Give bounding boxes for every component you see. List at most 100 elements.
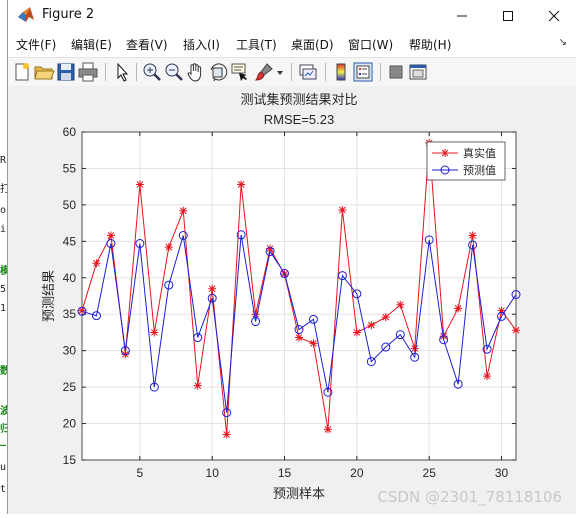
y-tick-label: 45 — [63, 234, 77, 248]
rotate-3d-icon[interactable] — [207, 61, 229, 83]
plot-area — [82, 132, 516, 460]
legend-marker — [441, 149, 449, 157]
chart-subtitle: RMSE=5.23 — [264, 112, 334, 127]
show-plot-tools-icon[interactable] — [407, 61, 429, 83]
y-tick-label: 25 — [63, 380, 77, 394]
chart[interactable]: 5 10 15 20 25 30 15 20 25 30 35 40 45 50 55 60 测试集预测结果对比… — [8, 86, 576, 514]
zoom-in-icon[interactable] — [141, 61, 163, 83]
data-point-star — [295, 333, 303, 342]
open-file-icon[interactable] — [33, 61, 55, 83]
new-figure-icon[interactable] — [11, 61, 33, 83]
brush-icon[interactable] — [253, 61, 275, 83]
legend-label: 真实值 — [463, 146, 496, 160]
toolbar — [8, 57, 576, 87]
menu-bar: 文件(F) 编辑(E) 查看(V) 插入(I) 工具(T) 桌面(D) 窗口(W… — [8, 31, 576, 57]
toolbar-separator — [105, 63, 106, 81]
toolbar-separator — [380, 63, 381, 81]
menu-help[interactable]: 帮助(H) — [409, 36, 451, 53]
y-tick-label: 55 — [63, 161, 77, 175]
data-point-star — [512, 326, 520, 335]
zoom-out-icon[interactable] — [163, 61, 185, 83]
data-cursor-icon[interactable] — [229, 61, 251, 83]
maximize-button[interactable] — [485, 0, 531, 31]
toolbar-separator — [325, 63, 326, 81]
figure-window: Figure 2 文件(F) 编辑(E) 查看(V) 插入(I) 工具(T) 桌… — [7, 0, 576, 514]
data-point-star — [367, 321, 376, 330]
legend: 真实值预测值 — [426, 141, 506, 181]
y-tick-label: 35 — [63, 307, 77, 321]
window-title: Figure 2 — [42, 7, 95, 22]
data-point-star — [381, 313, 390, 322]
x-axis-label: 预测样本 — [273, 487, 325, 502]
print-icon[interactable] — [77, 61, 99, 83]
data-point-star — [106, 231, 115, 240]
background-text: t — [0, 484, 7, 495]
data-point-star — [483, 372, 492, 381]
data-point-star — [338, 205, 347, 214]
menu-edit[interactable]: 编辑(E) — [71, 36, 112, 53]
data-point-star — [193, 381, 202, 390]
data-point-star — [309, 339, 318, 348]
y-tick-label: 40 — [63, 271, 77, 285]
data-point-star — [352, 328, 361, 337]
data-point-star — [454, 304, 463, 313]
data-point-star — [323, 425, 332, 434]
y-tick-label: 30 — [63, 344, 77, 358]
link-plot-icon[interactable] — [297, 61, 319, 83]
x-tick-label: 30 — [495, 466, 509, 480]
data-point-star — [396, 300, 405, 309]
menu-file[interactable]: 文件(F) — [16, 36, 56, 53]
menu-window[interactable]: 窗口(W) — [348, 36, 393, 53]
data-point-star — [164, 243, 173, 252]
insert-legend-icon[interactable] — [352, 61, 374, 83]
menu-tools[interactable]: 工具(T) — [236, 36, 277, 53]
title-bar[interactable]: Figure 2 — [8, 0, 576, 31]
hide-plot-tools-icon[interactable] — [385, 61, 407, 83]
close-icon — [548, 10, 560, 21]
x-tick-label: 20 — [350, 466, 364, 480]
y-tick-label: 50 — [63, 198, 77, 212]
y-axis-label: 预测结果 — [42, 270, 57, 322]
toolbar-separator — [136, 63, 137, 81]
y-tick-label: 60 — [63, 125, 77, 139]
background-text: — — [0, 440, 7, 451]
y-tick-label: 20 — [63, 417, 77, 431]
menu-insert[interactable]: 插入(I) — [183, 36, 220, 53]
dock-arrow-icon[interactable]: ↘ — [559, 37, 567, 48]
brush-dropdown-icon[interactable] — [275, 61, 285, 83]
y-tick-label: 15 — [63, 453, 77, 467]
save-icon[interactable] — [55, 61, 77, 83]
edit-plot-arrow-icon[interactable] — [111, 61, 133, 83]
background-text: u — [0, 462, 7, 473]
close-button[interactable] — [531, 0, 576, 31]
menu-desktop[interactable]: 桌面(D) — [291, 36, 334, 53]
background-text: i — [0, 224, 7, 235]
chart-title: 测试集预测结果对比 — [240, 92, 357, 108]
data-point-star — [222, 430, 231, 439]
x-tick-label: 10 — [206, 466, 220, 480]
x-tick-label: 5 — [137, 466, 144, 480]
background-text: 1 — [0, 303, 7, 314]
watermark: CSDN @2301_78118106 — [377, 488, 562, 506]
maximize-icon — [503, 10, 513, 21]
background-text: R — [0, 155, 7, 166]
data-point-star — [135, 180, 144, 189]
data-point-star — [237, 180, 246, 189]
x-tick-label: 15 — [278, 466, 292, 480]
data-point-star — [468, 231, 477, 240]
x-tick-label: 25 — [423, 466, 437, 480]
menu-view[interactable]: 查看(V) — [126, 36, 168, 53]
background-text: o — [0, 205, 7, 216]
matlab-icon — [18, 7, 34, 22]
toolbar-separator — [291, 63, 292, 81]
insert-colorbar-icon[interactable] — [330, 61, 352, 83]
background-text: 5 — [0, 284, 7, 295]
data-point-star — [410, 344, 419, 353]
data-point-star — [92, 259, 101, 268]
data-point-star — [179, 206, 188, 215]
pan-hand-icon[interactable] — [185, 61, 207, 83]
minimize-button[interactable] — [439, 0, 485, 31]
figure-canvas[interactable]: 5 10 15 20 25 30 15 20 25 30 35 40 45 50 55 60 测试集预测结果对比… — [8, 86, 576, 514]
legend-label: 预测值 — [463, 164, 496, 177]
data-point-star — [208, 284, 217, 293]
